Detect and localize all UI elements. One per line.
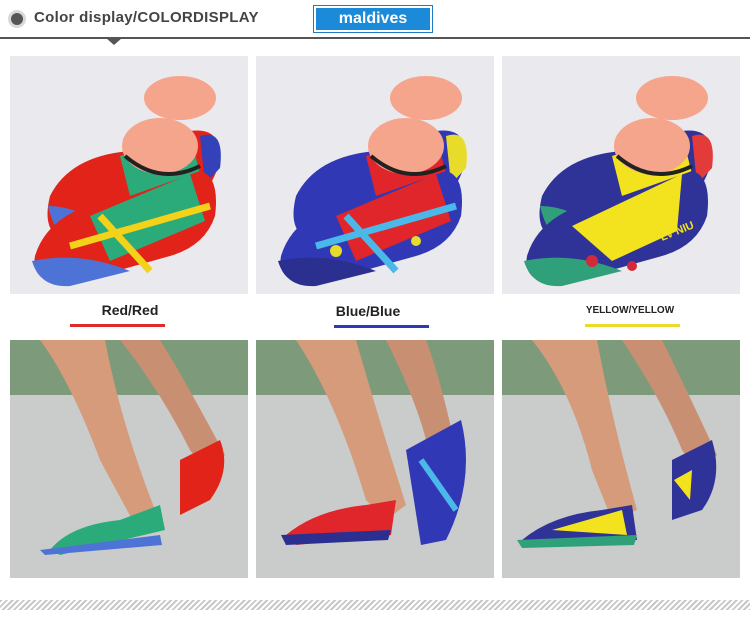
shoe-pair-blue-image <box>278 76 467 287</box>
section-title: Color display/COLORDISPLAY <box>34 9 259 26</box>
variant-underline-red <box>70 324 165 327</box>
model-wearing-blue-image <box>256 340 494 578</box>
brand-badge: maldives <box>313 5 433 33</box>
lifestyle-photo-yellow <box>502 340 740 578</box>
product-photo-yellow: LV NIU <box>502 56 740 294</box>
lifestyle-photo-red <box>10 340 248 578</box>
variant-label-yellow: YELLOW/YELLOW <box>585 305 675 316</box>
model-wearing-yellow-image <box>502 340 740 578</box>
product-photo-red <box>10 56 248 294</box>
variant-underline-blue <box>334 325 429 328</box>
variant-underline-yellow <box>585 324 680 327</box>
bullet-icon <box>11 13 23 25</box>
shoe-pair-yellow-image: LV NIU <box>524 76 713 287</box>
variant-label-blue: Blue/Blue <box>335 303 401 319</box>
pointer-triangle-icon <box>106 38 122 45</box>
section-header: Color display/COLORDISPLAY maldives <box>0 0 750 46</box>
variant-label-red: Red/Red <box>101 302 159 318</box>
decorative-stripe-divider <box>0 600 750 610</box>
product-photo-blue <box>256 56 494 294</box>
brand-name: maldives <box>316 8 430 30</box>
model-wearing-red-image <box>10 340 248 578</box>
shoe-pair-red-image <box>32 76 221 287</box>
lifestyle-photo-blue <box>256 340 494 578</box>
